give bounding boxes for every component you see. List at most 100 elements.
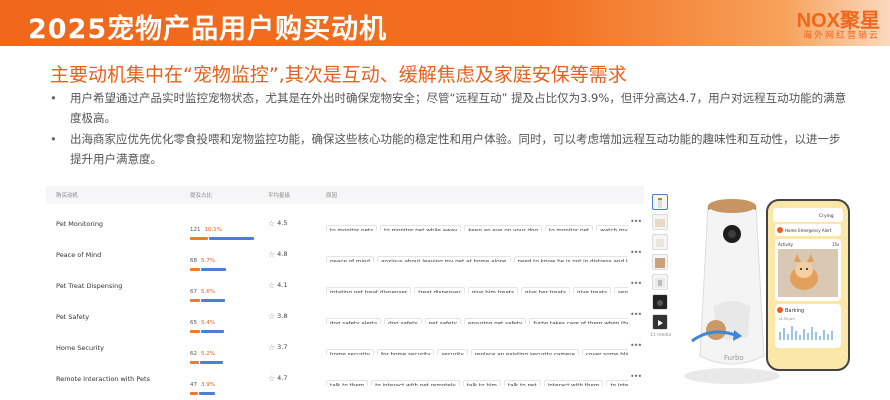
more-icon[interactable]: ••• — [630, 341, 642, 350]
mention-percent: 5.7% — [201, 258, 215, 264]
thumbnail-2[interactable] — [652, 214, 668, 230]
mention-count: 62 — [190, 351, 197, 357]
rating-value: 4.1 — [277, 281, 288, 289]
reason-tag: give treats — [573, 287, 612, 293]
reason-tag: rotating pet treat dispenser — [326, 287, 412, 293]
thumbnail-strip — [652, 194, 668, 334]
table-row: Peace of Mind 68 5.7% ☆ 4.8 peace of mind anxi… — [46, 239, 644, 271]
reason-tag: give him treats — [467, 287, 518, 293]
share-cell: 121 10.1% — [190, 216, 260, 240]
average-rating: ☆ 4.1 — [268, 281, 288, 290]
reason-tag: pet safety — [424, 318, 461, 324]
reason-tag: interact with them — [543, 380, 604, 386]
more-icon[interactable]: ••• — [630, 310, 642, 319]
reason-tag: talk to him — [462, 380, 501, 386]
share-bar-fill — [190, 392, 198, 395]
more-icon[interactable]: ••• — [630, 372, 642, 381]
header-reason: 原因 — [326, 193, 338, 199]
reason-tag: dog safety alerts — [326, 318, 382, 324]
reason-tag: security — [437, 349, 468, 355]
star-icon: ☆ — [268, 343, 276, 352]
reason-tag: talk to pet — [503, 380, 541, 386]
motive-name: Home Security — [56, 344, 104, 352]
reason-tag: ensuring pet safety — [463, 318, 527, 324]
header-motive: 购买动机 — [56, 193, 79, 199]
share-cell: 62 5.2% — [190, 340, 260, 364]
phone-alert: Home Emergency Alert — [785, 228, 832, 233]
table-row: Pet Monitoring 121 10.1% ☆ 4.5 to monitor pet… — [46, 208, 644, 240]
mention-percent: 5.6% — [201, 289, 215, 295]
thumbnail-1[interactable] — [652, 194, 668, 210]
section-subtitle: 主要动机集中在“宠物监控”,其次是互动、缓解焦虑及家庭安保等需求 — [50, 64, 627, 86]
average-rating: ☆ 4.5 — [268, 219, 288, 228]
share-cell: 47 3.9% — [190, 371, 260, 395]
more-icon[interactable]: ••• — [630, 248, 642, 257]
average-rating: ☆ 4.7 — [268, 374, 288, 383]
mention-count: 68 — [190, 258, 197, 264]
motive-name: Peace of Mind — [56, 251, 102, 259]
reason-tags: talk to them to interact with pet remotel… — [326, 372, 628, 386]
reason-tag: to monitor pet while away — [380, 225, 462, 231]
reason-tags: rotating pet treat dispenser treat dispen… — [326, 279, 628, 293]
average-rating: ☆ 3.7 — [268, 343, 288, 352]
star-icon: ☆ — [268, 250, 276, 259]
star-icon: ☆ — [268, 312, 276, 321]
header-share: 提及占比 — [190, 193, 213, 199]
table-header: 购买动机 提及占比 平均星级 原因 — [46, 186, 644, 204]
product-image: Furbo Crying Home Emergency Alert Activi… — [684, 199, 850, 384]
phone-timer: 15s — [832, 242, 839, 247]
bullet-item: 用户希望通过产品实时监控宠物状态，尤其是在外出时确保宠物安全；尽管“远程互动” … — [48, 88, 848, 128]
more-icon[interactable]: ••• — [630, 217, 642, 226]
reason-tag: dog safety — [384, 318, 422, 324]
reason-tag: peace of mind — [326, 256, 374, 262]
reason-tag: to interact with — [606, 380, 628, 386]
reason-tags: peace of mind anxious about leaving my pe… — [326, 248, 628, 262]
reason-tag: talk to them — [326, 380, 369, 386]
mention-percent: 5.4% — [201, 320, 215, 326]
bullet-item: 出海商家应优先优化零食投喂和宠物监控功能，确保这些核心功能的稳定性和用户体验。同… — [48, 129, 848, 169]
mention-count: 65 — [190, 320, 197, 326]
share-cell: 68 5.7% — [190, 247, 260, 271]
reason-tag: replace an existing security camera — [470, 349, 579, 355]
table-row: Home Security 62 5.2% ☆ 3.7 home security for … — [46, 332, 644, 364]
product-brand: Furbo — [724, 354, 744, 362]
phone-activity: Activity — [778, 242, 794, 247]
reason-tag: keep an eye on your dog — [464, 225, 542, 231]
rating-value: 3.8 — [277, 312, 288, 320]
reason-tag: anxious about leaving my pet at home alo… — [376, 256, 511, 262]
motivation-table: 购买动机 提及占比 平均星级 原因 Pet Monitoring 121 10.1%… — [46, 186, 644, 395]
more-icon[interactable]: ••• — [630, 279, 642, 288]
share-bar — [190, 392, 254, 395]
reason-tags: dog safety alerts dog safety pet safety ens… — [326, 310, 628, 324]
reason-tag: give her treats — [520, 287, 571, 293]
page-title: 2025宠物产品用户购买动机 — [28, 14, 388, 45]
motive-name: Pet Safety — [56, 313, 90, 321]
mention-count: 67 — [190, 289, 197, 295]
mention-percent: 3.9% — [201, 382, 215, 388]
logo-sub-text: 海外网红营销云 — [802, 31, 880, 41]
thumbnail-6[interactable] — [652, 294, 668, 310]
header-rating: 平均星级 — [268, 193, 291, 199]
thumbnail-7[interactable] — [652, 314, 668, 330]
motive-name: Pet Treat Dispensing — [56, 282, 123, 290]
mention-count: 121 — [190, 227, 201, 233]
table-row: Pet Safety 65 5.4% ☆ 3.8 dog safety alerts dog… — [46, 301, 644, 333]
reason-tag: to interact with pet remotely — [371, 380, 460, 386]
bullet-list: 用户希望通过产品实时监控宠物状态，尤其是在外出时确保宠物安全；尽管“远程互动” … — [48, 88, 848, 170]
star-icon: ☆ — [268, 374, 276, 383]
thumbnail-3[interactable] — [652, 234, 668, 250]
header-banner: 2025宠物产品用户购买动机 NOX聚星 海外网红营销云 — [0, 0, 890, 46]
reason-tag: for home security — [376, 349, 435, 355]
share-cell: 65 5.4% — [190, 309, 260, 333]
rating-value: 3.7 — [277, 343, 288, 351]
thumbnail-5[interactable] — [652, 274, 668, 290]
reason-tag: furbo takes care of them when they are b… — [529, 318, 628, 324]
mention-percent: 10.1% — [204, 227, 222, 233]
share-bar-rest — [199, 392, 215, 395]
table-row: Pet Treat Dispensing 67 5.6% ☆ 4.1 rotating p… — [46, 270, 644, 302]
reason-tag: watch my fur babie — [596, 225, 628, 231]
thumbnail-4[interactable] — [652, 254, 668, 270]
brand-logo: NOX聚星 海外网红营销云 — [786, 4, 880, 42]
reason-tag: send him trea — [614, 287, 628, 293]
table-row: Remote Interaction with Pets 47 3.9% ☆ 4.7 ta… — [46, 363, 644, 395]
